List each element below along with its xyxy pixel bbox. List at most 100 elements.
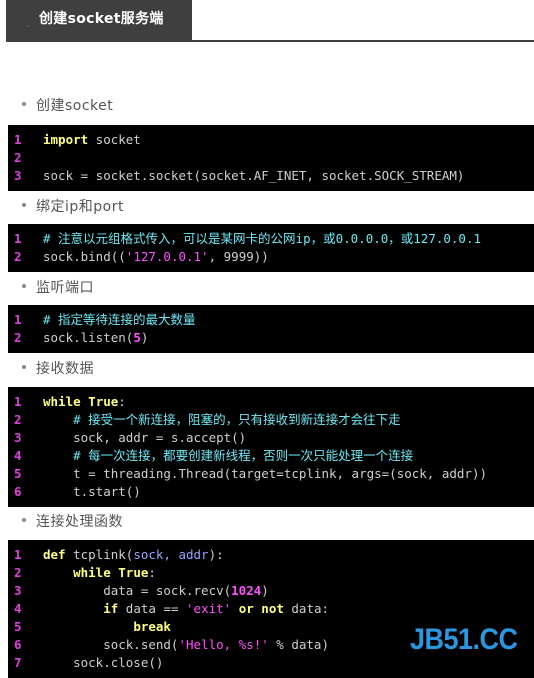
line-number: 1 bbox=[14, 231, 22, 246]
code-line: 3 sock = socket.socket(socket.AF_INET, so… bbox=[8, 167, 534, 185]
code-token: : bbox=[118, 394, 126, 409]
code-block: 1 def tcplink(sock, addr): 2 while True: 3 … bbox=[8, 540, 534, 678]
bullet-icon bbox=[22, 518, 26, 522]
code-token: , 9999)) bbox=[208, 249, 269, 264]
section-label: 连接处理函数 bbox=[36, 514, 123, 530]
code-token: True bbox=[88, 394, 119, 409]
code-line: 1 def tcplink(sock, addr): bbox=[8, 546, 534, 564]
code-token: break bbox=[133, 619, 171, 634]
code-text: sock = socket.socket(socket.AF_INET, soc… bbox=[43, 167, 464, 185]
code-token: data = sock.recv( bbox=[43, 583, 232, 598]
code-block: 1 import socket 2 3 sock = socket.socket(soc… bbox=[8, 125, 534, 191]
code-text: # 注意以元组格式传入，可以是某网卡的公网ip，或0.0.0.0，或127.0.… bbox=[43, 230, 481, 248]
code-token: sock.send( bbox=[43, 637, 179, 652]
code-token: data == bbox=[118, 601, 187, 616]
code-line: 1 while True: bbox=[8, 393, 534, 411]
code-text: while True: bbox=[43, 393, 126, 411]
code-text: if data == 'exit' or not data: bbox=[43, 600, 329, 618]
code-token: # 每一次连接，都要创建新线程，否则一次只能处理一个连接 bbox=[73, 448, 414, 463]
code-line: 2 sock.bind(('127.0.0.1', 9999)) bbox=[8, 248, 534, 266]
bullet-icon bbox=[22, 365, 26, 369]
code-token: t.start() bbox=[43, 484, 141, 499]
line-number: 3 bbox=[14, 583, 22, 598]
code-token: # 指定等待连接的最大数量 bbox=[43, 312, 196, 327]
code-line: 7 sock.close() bbox=[8, 654, 534, 672]
bullet-icon bbox=[22, 284, 26, 288]
line-number: 1 bbox=[14, 394, 22, 409]
code-token: socket bbox=[88, 132, 141, 147]
header-divider bbox=[6, 40, 534, 42]
code-token: t = threading.Thread(target=tcplink, arg… bbox=[43, 466, 488, 481]
code-line: 3 sock, addr = s.accept() bbox=[8, 429, 534, 447]
section-bullet: 监听端口 bbox=[22, 277, 94, 297]
code-line: 2 sock.listen(5) bbox=[8, 329, 534, 347]
line-number: 2 bbox=[14, 412, 22, 427]
code-text: sock, addr = s.accept() bbox=[43, 429, 246, 447]
section-header: . 创建socket服务端 bbox=[0, 0, 534, 43]
code-token: sock = socket.socket(socket.AF_INET, soc… bbox=[43, 168, 465, 183]
line-number: 3 bbox=[14, 168, 22, 183]
code-text: while True: bbox=[43, 564, 156, 582]
section-label: 创建socket bbox=[36, 98, 114, 114]
bullet-icon bbox=[22, 102, 26, 106]
bullet-icon bbox=[22, 203, 26, 207]
line-number: 2 bbox=[14, 249, 22, 264]
header-tab: . 创建socket服务端 bbox=[6, 0, 192, 41]
code-text: data = sock.recv(1024) bbox=[43, 582, 269, 600]
code-line: 1 # 注意以元组格式传入，可以是某网卡的公网ip，或0.0.0.0，或127.0… bbox=[8, 230, 534, 248]
code-token: sock, addr bbox=[133, 547, 209, 562]
section-label: 绑定ip和port bbox=[36, 199, 124, 215]
line-number: 1 bbox=[14, 547, 22, 562]
code-token: while bbox=[73, 565, 111, 580]
line-number: 3 bbox=[14, 430, 22, 445]
code-line: 4 if data == 'exit' or not data: bbox=[8, 600, 534, 618]
code-block: 1 # 注意以元组格式传入，可以是某网卡的公网ip，或0.0.0.0，或127.0… bbox=[8, 224, 534, 272]
line-number: 6 bbox=[14, 637, 22, 652]
code-token: 'Hello, %s!' bbox=[178, 637, 269, 652]
code-token: sock, addr = s.accept() bbox=[43, 430, 247, 445]
code-block: 1 while True: 2 # 接受一个新连接，阻塞的，只有接收到新连接才会往下… bbox=[8, 387, 534, 507]
code-token: ): bbox=[208, 547, 224, 562]
code-token: sock.close() bbox=[43, 655, 164, 670]
code-line: 3 data = sock.recv(1024) bbox=[8, 582, 534, 600]
dot-icon: . bbox=[26, 20, 29, 30]
code-token: tcplink( bbox=[65, 547, 134, 562]
code-token: if bbox=[103, 601, 119, 616]
line-number: 5 bbox=[14, 619, 22, 634]
code-text: t.start() bbox=[43, 483, 141, 501]
line-number: 2 bbox=[14, 565, 22, 580]
code-text: t = threading.Thread(target=tcplink, arg… bbox=[43, 465, 487, 483]
code-line: 5 t = threading.Thread(target=tcplink, a… bbox=[8, 465, 534, 483]
code-token: sock.bind(( bbox=[43, 249, 126, 264]
code-token: # 注意以元组格式传入，可以是某网卡的公网ip，或0.0.0.0，或127.0.… bbox=[43, 231, 482, 246]
code-token: 1024 bbox=[231, 583, 262, 598]
line-number: 5 bbox=[14, 466, 22, 481]
code-token: '127.0.0.1' bbox=[125, 249, 209, 264]
code-line: 4 # 每一次连接，都要创建新线程，否则一次只能处理一个连接 bbox=[8, 447, 534, 465]
code-token: sock.listen( bbox=[43, 330, 134, 345]
line-number: 4 bbox=[14, 601, 22, 616]
code-text: sock.send('Hello, %s!' % data) bbox=[43, 636, 329, 654]
code-line: 2 while True: bbox=[8, 564, 534, 582]
code-text: # 每一次连接，都要创建新线程，否则一次只能处理一个连接 bbox=[43, 447, 413, 465]
code-token: while bbox=[43, 394, 81, 409]
code-token: ) bbox=[261, 583, 269, 598]
code-token: 5 bbox=[133, 330, 141, 345]
code-text: sock.close() bbox=[43, 654, 163, 672]
code-token: True bbox=[118, 565, 149, 580]
code-token: def bbox=[43, 547, 66, 562]
code-text: def tcplink(sock, addr): bbox=[43, 546, 224, 564]
line-number: 2 bbox=[14, 330, 22, 345]
section-bullet: 创建socket bbox=[22, 95, 113, 115]
code-token: not bbox=[261, 601, 284, 616]
line-number: 1 bbox=[14, 132, 22, 147]
line-number: 7 bbox=[14, 655, 22, 670]
line-number: 1 bbox=[14, 312, 22, 327]
code-block: 1 # 指定等待连接的最大数量 2 sock.listen(5) bbox=[8, 305, 534, 353]
